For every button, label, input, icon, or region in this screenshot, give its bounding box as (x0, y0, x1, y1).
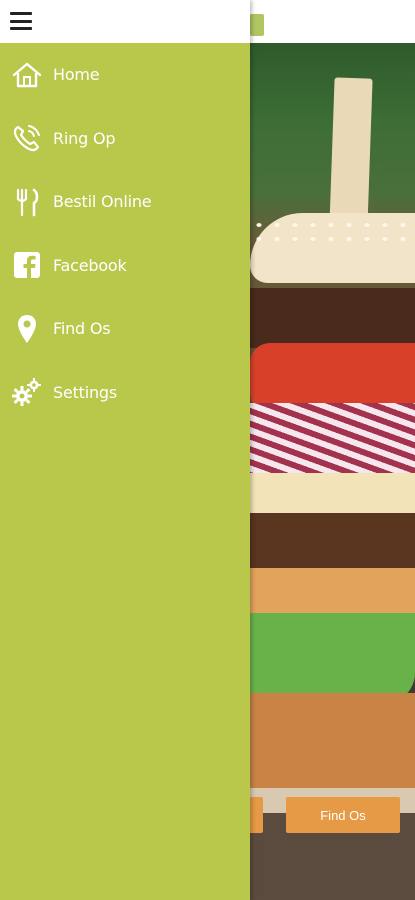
skewer (329, 77, 373, 229)
menu-item-label: Facebook (53, 255, 127, 275)
hidden-action-button[interactable] (250, 797, 263, 833)
burger-bun-bottom (250, 693, 415, 788)
sesame-seeds (250, 218, 415, 248)
phone-icon (12, 123, 42, 153)
burger-hero-image (250, 43, 415, 900)
menu-item-bestil-online[interactable]: Bestil Online (0, 170, 250, 234)
burger-onion (250, 403, 415, 478)
menu-item-label: Bestil Online (53, 192, 152, 212)
drawer-header (0, 0, 250, 43)
menu-item-label: Ring Op (53, 128, 116, 148)
find-os-button[interactable]: Find Os (286, 797, 400, 833)
menu-item-label: Find Os (53, 319, 111, 339)
burger-lettuce (250, 613, 415, 703)
fork-knife-icon (12, 187, 42, 217)
burger-patty-2 (250, 513, 415, 573)
menu-item-find-os[interactable]: Find Os (0, 297, 250, 361)
burger-patty (250, 288, 415, 348)
hamburger-menu-icon[interactable] (10, 12, 32, 30)
home-icon (12, 60, 42, 90)
burger-cheese (250, 473, 415, 513)
location-pin-icon (12, 314, 42, 344)
menu-item-label: Home (53, 65, 100, 85)
menu-item-facebook[interactable]: Facebook (0, 234, 250, 298)
facebook-icon (12, 250, 42, 280)
menu-item-ring-op[interactable]: Ring Op (0, 107, 250, 171)
drawer-menu: Home Ring Op Bestil Online Facebook Find… (0, 43, 250, 424)
menu-item-home[interactable]: Home (0, 43, 250, 107)
navigation-drawer: Home Ring Op Bestil Online Facebook Find… (0, 0, 250, 900)
gears-icon (12, 377, 42, 407)
menu-item-settings[interactable]: Settings (0, 361, 250, 425)
app-logo (250, 14, 264, 36)
menu-item-label: Settings (53, 382, 118, 402)
